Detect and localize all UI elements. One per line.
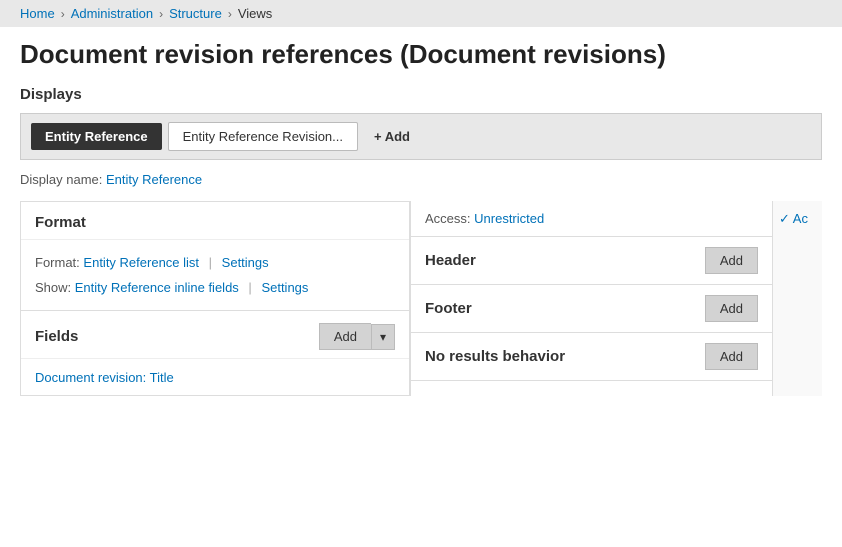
more-column[interactable]: ✓ Ac — [772, 201, 822, 396]
fields-panel: Fields Add ▾ Document revision: Title — [20, 311, 410, 396]
header-section: Header Add — [411, 237, 772, 285]
header-add-button[interactable]: Add — [705, 247, 758, 274]
breadcrumb-sep-3: › — [228, 7, 232, 21]
fields-header: Fields Add ▾ — [21, 311, 409, 359]
format-label: Format: — [35, 255, 80, 270]
format-settings-link[interactable]: Settings — [222, 255, 269, 270]
page-title: Document revision references (Document r… — [20, 39, 822, 70]
show-link[interactable]: Entity Reference inline fields — [75, 280, 239, 295]
no-results-title: No results behavior — [425, 348, 565, 365]
tab-add-button[interactable]: + Add — [364, 123, 420, 150]
fields-body: Document revision: Title — [21, 359, 409, 395]
add-btn-group: Add ▾ — [319, 323, 395, 350]
breadcrumb-sep-1: › — [61, 7, 65, 21]
breadcrumb-views: Views — [238, 6, 272, 21]
more-col-label: ✓ Ac — [779, 211, 808, 227]
breadcrumb-sep-2: › — [159, 7, 163, 21]
show-settings-link[interactable]: Settings — [261, 280, 308, 295]
right-column: Access: Unrestricted Header Add Footer A… — [410, 201, 772, 396]
show-row: Show: Entity Reference inline fields | S… — [35, 275, 395, 300]
footer-section: Footer Add — [411, 285, 772, 333]
tabs-bar: Entity Reference Entity Reference Revisi… — [20, 113, 822, 160]
left-column: Format Format: Entity Reference list | S… — [20, 201, 410, 396]
format-row: Format: Entity Reference list | Settings — [35, 250, 395, 275]
format-title: Format — [35, 214, 86, 231]
fields-add-dropdown[interactable]: ▾ — [371, 324, 395, 350]
header-title: Header — [425, 252, 476, 269]
display-name-bar: Display name: Entity Reference — [20, 160, 822, 201]
display-name-link[interactable]: Entity Reference — [106, 172, 202, 187]
fields-title: Fields — [35, 328, 78, 345]
format-panel: Format Format: Entity Reference list | S… — [20, 201, 410, 311]
displays-label: Displays — [20, 86, 822, 103]
content-row: Format Format: Entity Reference list | S… — [20, 201, 822, 396]
format-panel-header: Format — [21, 202, 409, 240]
pipe-sep-2: | — [248, 280, 251, 295]
page-title-area: Document revision references (Document r… — [0, 27, 842, 86]
breadcrumb-structure[interactable]: Structure — [169, 6, 222, 21]
access-label: Access: — [425, 211, 471, 226]
format-panel-body: Format: Entity Reference list | Settings… — [21, 240, 409, 310]
pipe-sep-1: | — [209, 255, 212, 270]
access-row: Access: Unrestricted — [411, 201, 772, 237]
breadcrumb: Home › Administration › Structure › View… — [0, 0, 842, 27]
field-link-document-revision-title[interactable]: Document revision: Title — [35, 370, 174, 385]
footer-add-button[interactable]: Add — [705, 295, 758, 322]
tab-entity-reference-revision[interactable]: Entity Reference Revision... — [168, 122, 358, 151]
format-link[interactable]: Entity Reference list — [83, 255, 199, 270]
no-results-add-button[interactable]: Add — [705, 343, 758, 370]
breadcrumb-administration[interactable]: Administration — [71, 6, 153, 21]
tab-entity-reference[interactable]: Entity Reference — [31, 123, 162, 150]
fields-add-button[interactable]: Add — [319, 323, 371, 350]
no-results-section: No results behavior Add — [411, 333, 772, 381]
access-link[interactable]: Unrestricted — [474, 211, 544, 226]
breadcrumb-home[interactable]: Home — [20, 6, 55, 21]
show-label: Show: — [35, 280, 71, 295]
displays-section: Displays Entity Reference Entity Referen… — [0, 86, 842, 396]
display-name-prefix: Display name: — [20, 172, 102, 187]
footer-title: Footer — [425, 300, 472, 317]
